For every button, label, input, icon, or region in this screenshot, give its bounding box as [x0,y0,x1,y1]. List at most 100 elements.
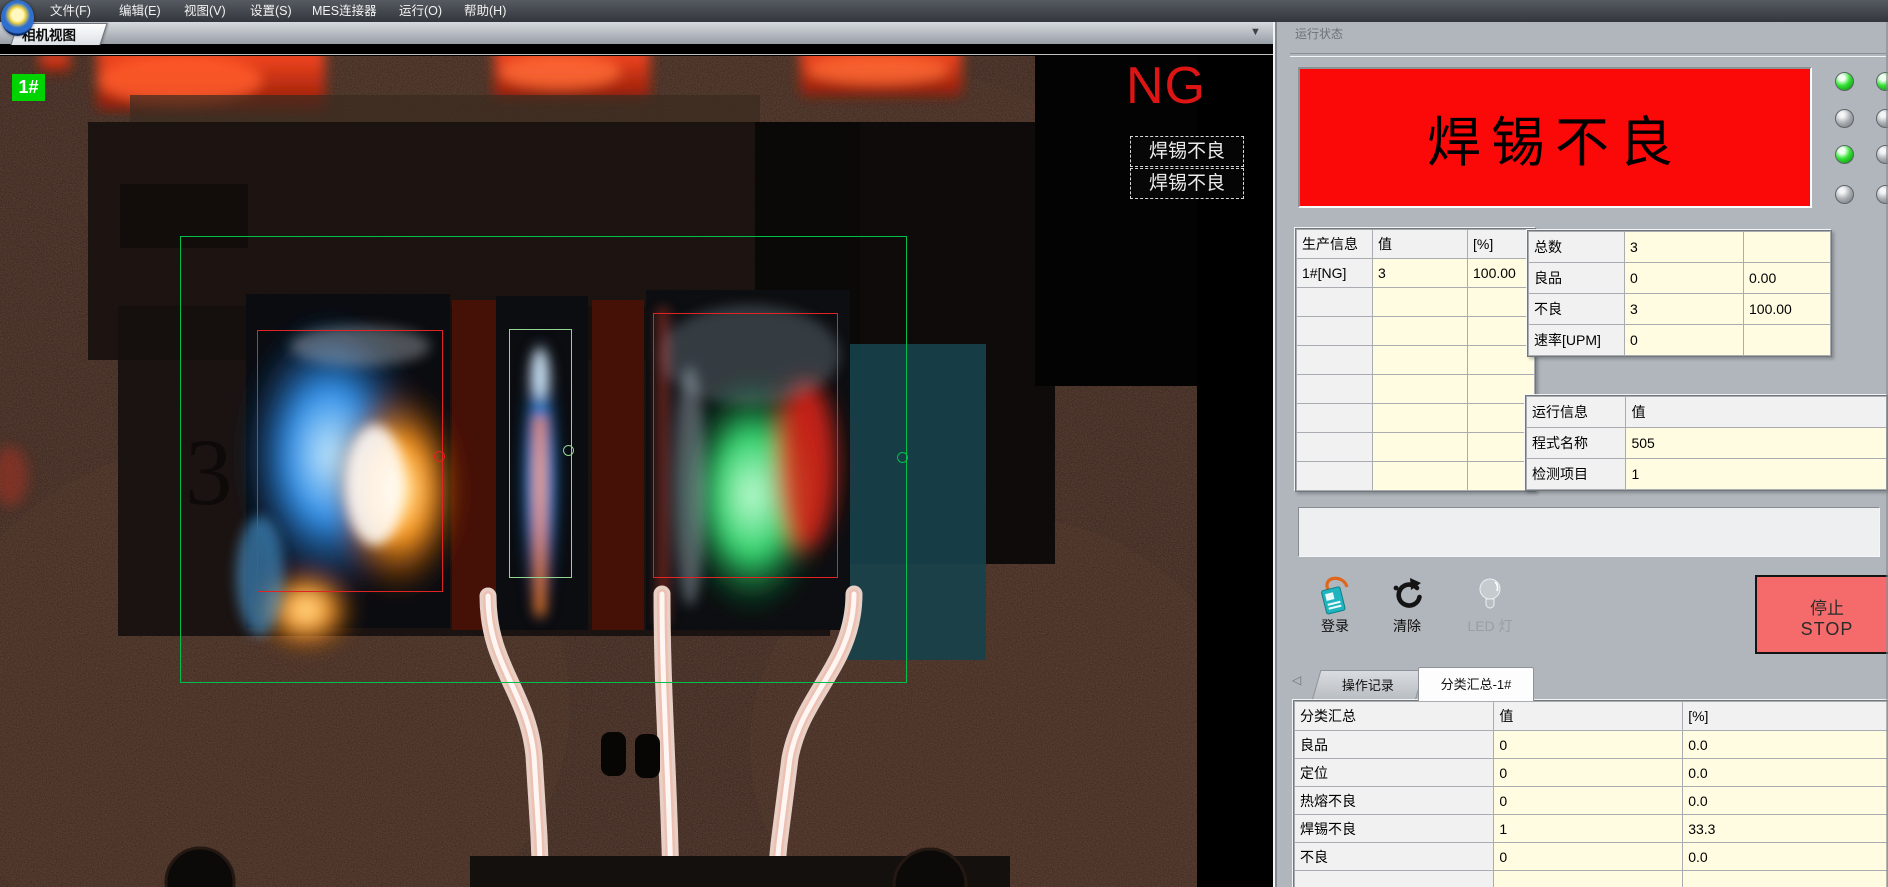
cell [1468,288,1535,317]
summary-table: 分类汇总 值 [%] 良品00.0 定位00.0 热熔不良00.0 焊锡不良13… [1293,700,1888,887]
cell: 不良 [1295,843,1494,871]
cell [1297,404,1373,433]
cell: 1 [1494,815,1683,843]
cell [1373,346,1468,375]
col-header: 运行信息 [1527,397,1626,428]
cell: 1#[NG] [1297,259,1373,288]
cell: 3 [1625,294,1744,325]
cell [1373,404,1468,433]
cell [1297,317,1373,346]
stop-button[interactable]: 停止 STOP [1755,575,1888,654]
tab-summary-1-label[interactable]: 分类汇总-1# [1441,677,1512,692]
cell [1373,375,1468,404]
roi-anchor-mid [563,445,574,456]
cell [1373,433,1468,462]
cell [1297,288,1373,317]
cell [1373,288,1468,317]
clear-button-label[interactable]: 清除 [1376,616,1438,636]
cell: 程式名称 [1527,428,1626,459]
cell: 0 [1625,325,1744,356]
run-info-table: 运行信息 值 程式名称505 检测项目1 [1525,395,1888,491]
tab-operation-log-label[interactable]: 操作记录 [1317,671,1419,701]
cell: 0 [1494,731,1683,759]
cell [1373,462,1468,491]
login-button-label[interactable]: 登录 [1304,616,1366,636]
cell [1683,871,1888,887]
menu-edit[interactable]: 编辑(E) [115,0,165,22]
menu-mes[interactable]: MES连接器 [308,0,381,22]
cell: 3 [1625,232,1744,263]
cell: 0 [1494,787,1683,815]
bulb-icon [1470,573,1510,615]
cell: 3 [1373,259,1468,288]
stop-button-label-cn[interactable]: 停止 [1757,594,1888,619]
clear-button[interactable]: 清除 [1376,573,1438,641]
cell: 0 [1494,843,1683,871]
message-box [1298,507,1880,557]
cell: 1 [1626,459,1887,490]
menu-help[interactable]: 帮助(H) [460,0,510,22]
alarm-text: 焊锡不良 [1427,98,1683,177]
menu-setting[interactable]: 设置(S) [246,0,296,22]
chevron-down-icon[interactable]: ▼ [1250,26,1261,38]
defect-tag: 焊锡不良 [1130,136,1244,167]
roi-anchor-main [897,452,908,463]
status-led [1835,109,1854,128]
menu-bar: 文件(F) 编辑(E) 视图(V) 设置(S) MES连接器 运行(O) 帮助(… [0,0,1888,22]
svg-text:3: 3 [185,419,233,525]
stop-button-label-en[interactable]: STOP [1757,619,1888,640]
cell: 0.0 [1683,787,1888,815]
cell [1297,346,1373,375]
cell: 定位 [1295,759,1494,787]
cell: 100.00 [1744,294,1831,325]
cell [1494,871,1683,887]
col-header: 值 [1494,702,1683,731]
cell: 良品 [1529,263,1625,294]
production-table: 生产信息 值 [%] 1#[NG]3100.00 [1295,228,1536,492]
refresh-icon [1387,573,1427,615]
led-light-button-label[interactable]: LED 灯 [1452,616,1528,636]
tab-operation-log[interactable]: 操作记录 [1312,670,1425,701]
cell: 总数 [1529,232,1625,263]
cell: 0.0 [1683,759,1888,787]
cell: 良品 [1295,731,1494,759]
camera-top-border [0,54,1273,55]
col-header: 分类汇总 [1295,702,1494,731]
col-header: [%] [1468,230,1535,259]
cell [1295,871,1494,887]
result-ng-text: NG [1126,60,1206,112]
col-header: 生产信息 [1297,230,1373,259]
groupbox-line [1290,53,1886,57]
cell: 速率[UPM] [1529,325,1625,356]
alarm-banner: 焊锡不良 [1298,67,1812,208]
cell [1744,325,1831,356]
menu-view[interactable]: 视图(V) [180,0,230,22]
col-header: 值 [1626,397,1887,428]
menu-run[interactable]: 运行(O) [395,0,446,22]
cell [1744,232,1831,263]
defect-tag: 焊锡不良 [1130,168,1244,199]
login-button[interactable]: 登录 [1304,573,1366,641]
tab-scroll-left-icon[interactable]: ◁ [1292,673,1301,687]
cell: 0 [1625,263,1744,294]
cell: 33.3 [1683,815,1888,843]
roi-anchor-left [434,451,445,462]
tab-summary-1[interactable]: 分类汇总-1# [1418,667,1534,701]
cell: 0.0 [1683,731,1888,759]
cell: 检测项目 [1527,459,1626,490]
cell: 焊锡不良 [1295,815,1494,843]
cell [1297,433,1373,462]
led-light-button[interactable]: LED 灯 [1452,573,1528,641]
cell: 505 [1626,428,1887,459]
col-header: [%] [1683,702,1888,731]
app-logo-icon [1,0,34,36]
cell: 不良 [1529,294,1625,325]
status-led [1835,145,1854,164]
cell: 0 [1494,759,1683,787]
app-window: 文件(F) 编辑(E) 视图(V) 设置(S) MES连接器 运行(O) 帮助(… [0,0,1888,887]
panel-title: 运行状态 [1295,25,1343,42]
status-led [1835,72,1854,91]
menu-file[interactable]: 文件(F) [46,0,95,22]
inspection-photo: 3 [0,56,1197,887]
camera-tab-bar: 相机视图 ▼ [0,22,1273,44]
